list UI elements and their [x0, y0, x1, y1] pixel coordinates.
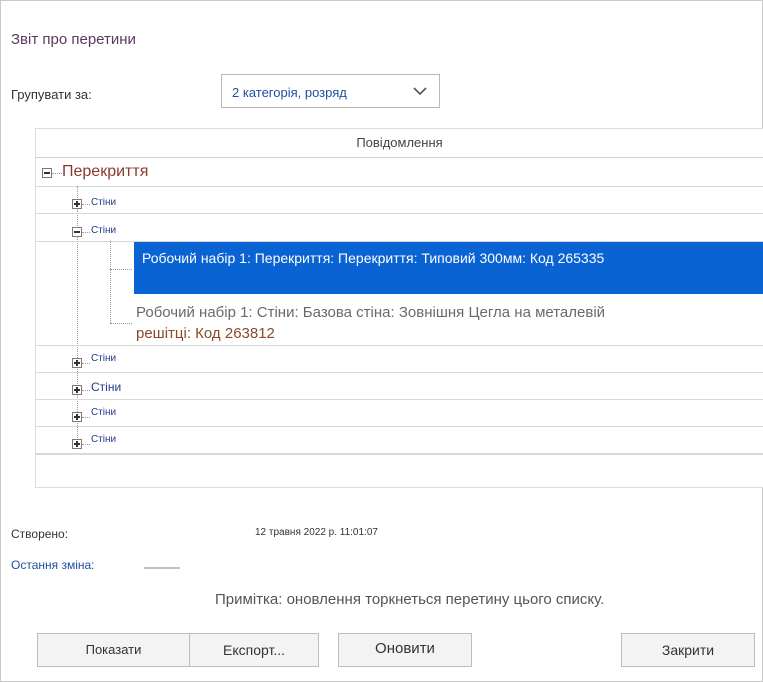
dialog-title: Звіт про перетини [11, 31, 136, 48]
tree-connector [82, 390, 90, 391]
tree-group-label: Стіни [91, 225, 117, 236]
tree-row-root[interactable]: Перекриття [36, 158, 763, 187]
tree-connector [82, 204, 90, 205]
interference-tree[interactable]: Повідомлення Перекриття Стіни Стіни Робо… [35, 128, 763, 488]
tree-group-label: Стіни [91, 353, 117, 364]
tree-group-label: Стіни [91, 380, 122, 394]
tree-item[interactable]: Робочий набір 1: Стіни: Базова стіна: Зо… [36, 295, 763, 346]
tree-row-group[interactable]: Стіни [36, 400, 763, 427]
column-header[interactable]: Повідомлення [36, 129, 763, 158]
group-by-label: Групувати за: [11, 87, 92, 102]
close-button[interactable]: Закрити [621, 633, 755, 667]
tree-group-label: Стіни [91, 407, 117, 418]
created-value: 12 травня 2022 р. 11:01:07 [255, 527, 378, 538]
column-header-label: Повідомлення [356, 135, 443, 150]
modified-value [144, 567, 180, 569]
tree-item-selected[interactable]: Робочий набір 1: Перекриття: Перекриття:… [134, 242, 763, 294]
minus-box-icon[interactable] [42, 168, 52, 178]
plus-box-icon[interactable] [72, 385, 82, 395]
dialog-window: Звіт про перетини Групувати за: 2 катего… [0, 0, 763, 682]
tree-item-text: Робочий набір 1: Перекриття: Перекриття:… [142, 250, 605, 266]
tree-row-group[interactable]: Стіни [36, 373, 763, 400]
export-button[interactable]: Експорт... [189, 633, 319, 667]
tree-root-label: Перекриття [62, 163, 149, 180]
modified-label: Остання зміна: [11, 558, 95, 572]
tree-item-text: Робочий набір 1: Стіни: Базова стіна: Зо… [136, 302, 605, 344]
tree-connector [82, 232, 90, 233]
tree-row-group[interactable]: Стіни [36, 214, 763, 242]
group-by-value: 2 категорія, розряд [232, 85, 347, 100]
tree-row-group[interactable]: Стіни [36, 187, 763, 214]
tree-item-line1: Робочий набір 1: Стіни: Базова стіна: Зо… [136, 304, 606, 321]
chevron-down-icon [411, 82, 429, 100]
tree-connector [110, 269, 132, 270]
tree-connector [82, 444, 90, 445]
update-note: Примітка: оновлення торкнеться перетину … [215, 591, 605, 608]
show-button[interactable]: Показати [37, 633, 190, 667]
plus-box-icon[interactable] [72, 199, 82, 209]
tree-connector [82, 363, 90, 364]
created-label: Створено: [11, 527, 69, 541]
tree-connector [52, 173, 62, 174]
tree-divider [36, 454, 763, 455]
plus-box-icon[interactable] [72, 412, 82, 422]
tree-item-line2: решітці: Код 263812 [136, 325, 275, 342]
refresh-button[interactable]: Оновити [338, 633, 472, 667]
tree-connector [82, 417, 90, 418]
tree-group-label: Стіни [91, 197, 117, 208]
tree-row-group[interactable]: Стіни [36, 346, 763, 373]
plus-box-icon[interactable] [72, 439, 82, 449]
plus-box-icon[interactable] [72, 358, 82, 368]
group-by-select[interactable]: 2 категорія, розряд [221, 74, 440, 108]
tree-group-label: Стіни [91, 434, 117, 445]
tree-connector [110, 323, 132, 324]
minus-box-icon[interactable] [72, 227, 82, 237]
tree-row-group[interactable]: Стіни [36, 427, 763, 454]
